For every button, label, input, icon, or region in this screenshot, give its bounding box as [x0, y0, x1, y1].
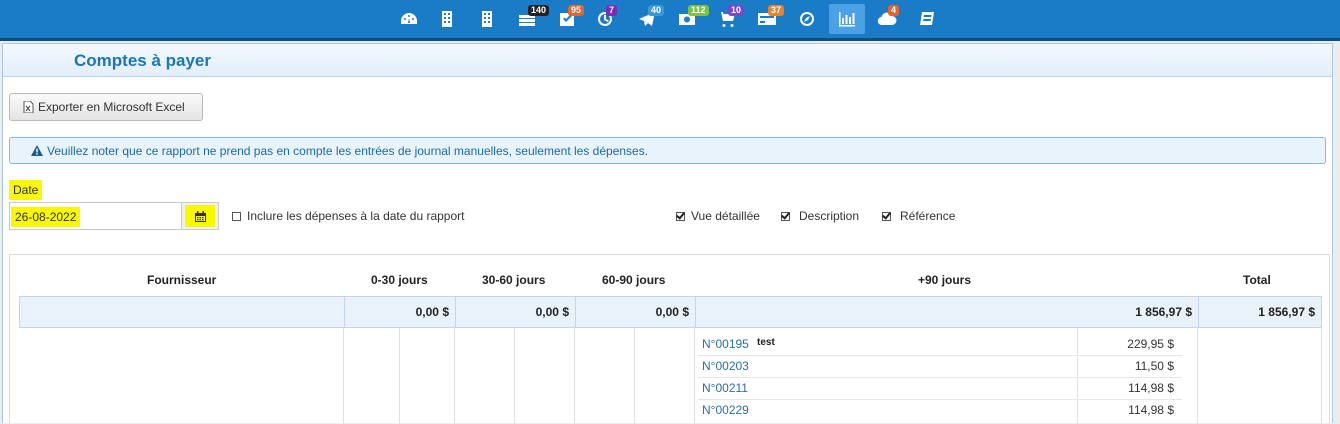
building-alt-icon	[482, 11, 492, 27]
nav-book[interactable]	[909, 4, 945, 34]
invoice-description: test	[757, 337, 775, 348]
building-icon	[442, 11, 452, 27]
column-divider	[1197, 327, 1198, 424]
nav-dashboard[interactable]	[391, 4, 427, 34]
invoice-link[interactable]: N°00229	[702, 403, 749, 417]
invoice-link[interactable]: N°00211	[702, 381, 748, 395]
report-table: Fournisseur 0-30 jours 30-60 jours 60-90…	[9, 254, 1330, 424]
detailed-view-box[interactable]	[676, 211, 685, 221]
top-navigation-bar: 140 95 7 40 112 10 37 4	[0, 0, 1340, 41]
nav-cloud[interactable]: 4	[869, 4, 905, 34]
notice-text: Veuillez noter que ce rapport ne prend p…	[47, 143, 649, 158]
export-excel-label: Exporter en Microsoft Excel	[38, 100, 185, 114]
cart-badge: 10	[728, 5, 745, 16]
include-expenses-checkbox[interactable]: Inclure les dépenses à la date du rappor…	[232, 209, 464, 223]
date-input[interactable]: 26-08-2022	[9, 202, 181, 230]
header-supplier: Fournisseur	[147, 273, 217, 287]
description-label: Description	[799, 209, 860, 223]
calendar-button[interactable]	[181, 202, 219, 230]
description-box[interactable]	[781, 211, 790, 221]
column-divider	[694, 327, 695, 424]
reference-checkbox[interactable]: Référence	[882, 209, 955, 223]
column-divider	[514, 327, 515, 424]
detailed-view-label: Vue détaillée	[691, 209, 760, 223]
totals-row: 0,00 $ 0,00 $ 0,00 $ 1 856,97 $ 1 856,97…	[19, 296, 1322, 328]
cash-badge: 140	[528, 5, 550, 16]
warning-icon	[31, 145, 43, 156]
calendar-icon	[194, 210, 206, 222]
total-60-90: 0,00 $	[575, 297, 695, 327]
nav-reports[interactable]	[829, 4, 865, 34]
compass-icon	[800, 12, 814, 26]
detailed-view-checkbox[interactable]: Vue détaillée	[676, 209, 760, 223]
table-row: N°00211 114,98 $	[698, 377, 1182, 400]
invoice-amount: 114,98 $	[1128, 403, 1174, 417]
description-checkbox[interactable]: Description	[781, 209, 859, 223]
total-total: 1 856,97 $	[1198, 297, 1321, 327]
invoice-amount: 229,95 $	[1127, 337, 1174, 351]
table-row: N°00195 test 229,95 $	[698, 333, 1182, 356]
header-60-90: 60-90 jours	[602, 273, 666, 287]
date-value: 26-08-2022	[11, 207, 81, 227]
invoice-amount: 11,50 $	[1134, 359, 1174, 373]
page-header: Comptes à payer	[3, 44, 1332, 77]
money-badge: 112	[688, 5, 709, 16]
nav-building[interactable]	[429, 4, 465, 34]
nav-send[interactable]: 40	[629, 4, 665, 34]
file-excel-icon	[23, 101, 34, 113]
bar-chart-icon	[839, 12, 855, 27]
nav-cash[interactable]: 140	[509, 4, 550, 34]
include-expenses-box[interactable]	[232, 211, 241, 221]
header-0-30: 0-30 jours	[371, 273, 428, 287]
table-row: N°00229 114,98 $	[698, 399, 1182, 421]
page-panel: Comptes à payer Exporter en Microsoft Ex…	[2, 43, 1333, 424]
total-30-60: 0,00 $	[455, 297, 575, 327]
column-divider	[1321, 327, 1322, 424]
invoice-link[interactable]: N°00203	[702, 359, 749, 373]
table-body: N°00195 test 229,95 $ N°00203 11,50 $ N°…	[19, 327, 1322, 424]
cloud-badge: 4	[888, 5, 900, 16]
notice-banner: Veuillez noter que ce rapport ne prend p…	[9, 137, 1326, 164]
nav-card[interactable]: 37	[749, 4, 785, 34]
invoice-amount: 114,98 $	[1128, 381, 1174, 395]
tasks-badge: 95	[568, 5, 585, 16]
invoice-link[interactable]: N°00195	[702, 337, 749, 351]
send-badge: 40	[648, 5, 665, 16]
card-badge: 37	[768, 5, 785, 16]
total-90-plus: 1 856,97 $	[695, 297, 1198, 327]
time-badge: 7	[606, 5, 618, 16]
nav-compass[interactable]	[789, 4, 825, 34]
reference-label: Référence	[900, 209, 956, 223]
calendar-highlight	[185, 205, 215, 227]
header-30-60: 30-60 jours	[482, 273, 546, 287]
nav-tasks[interactable]: 95	[549, 4, 585, 34]
column-divider	[399, 327, 400, 424]
nav-building-alt[interactable]	[469, 4, 505, 34]
column-divider	[343, 327, 344, 424]
table-row: N°00203 11,50 $	[698, 355, 1182, 378]
nav-time[interactable]: 7	[587, 4, 623, 34]
column-divider	[454, 327, 455, 424]
column-divider	[634, 327, 635, 424]
column-divider	[574, 327, 575, 424]
export-excel-button[interactable]: Exporter en Microsoft Excel	[9, 93, 203, 121]
nav-cart[interactable]: 10	[709, 4, 745, 34]
include-expenses-label: Inclure les dépenses à la date du rappor…	[247, 209, 465, 223]
dashboard-icon	[401, 13, 417, 24]
header-90-plus: +90 jours	[918, 273, 972, 287]
date-label: Date	[9, 180, 43, 200]
reference-box[interactable]	[882, 211, 891, 221]
book-icon	[920, 12, 934, 25]
nav-money[interactable]: 112	[669, 4, 709, 34]
total-0-30: 0,00 $	[344, 297, 455, 327]
header-total: Total	[1243, 273, 1271, 287]
page-title: Comptes à payer	[74, 51, 211, 70]
